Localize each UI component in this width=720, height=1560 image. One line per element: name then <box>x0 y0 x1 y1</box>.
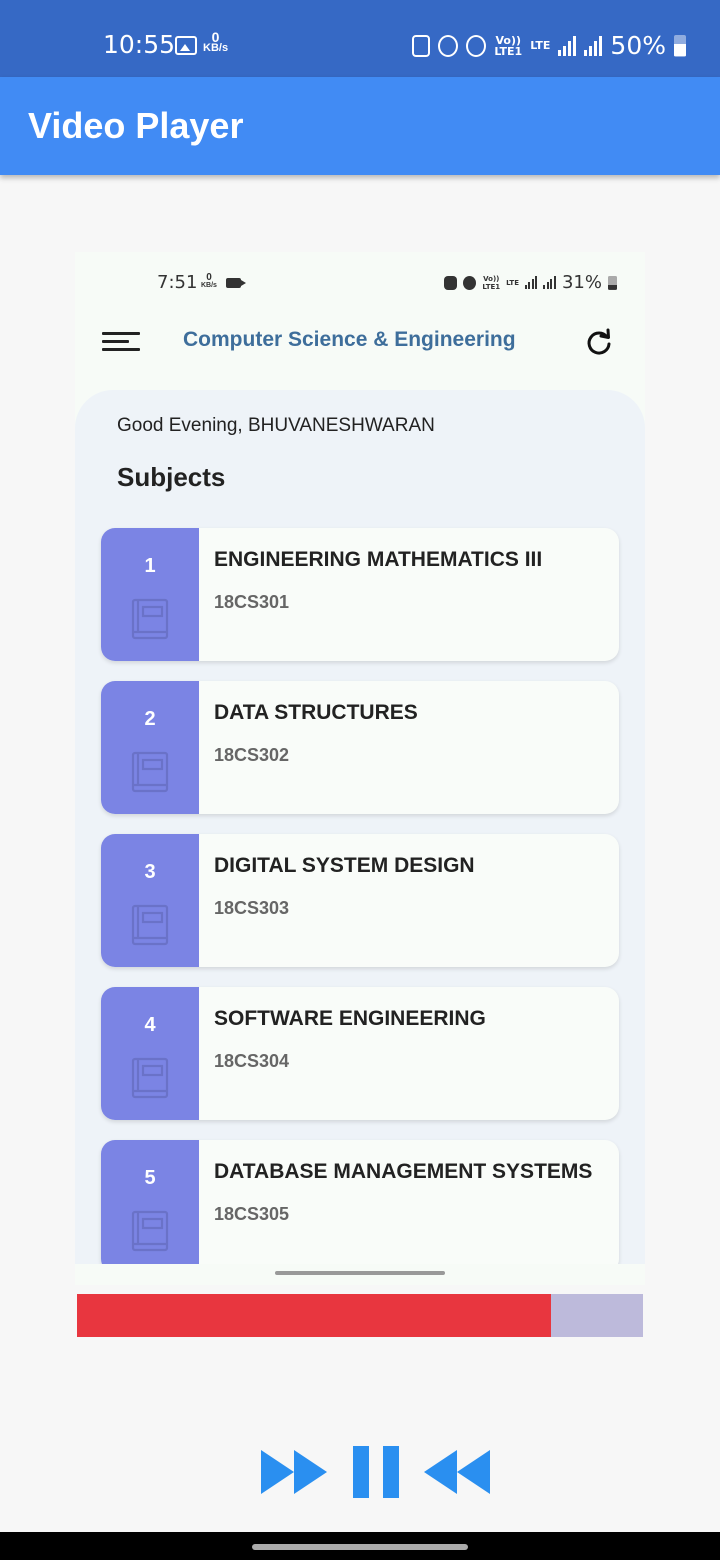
status-bar: 10:55 0 KB/s Vo)) LTE1 LTE 50% <box>0 0 720 77</box>
subject-number: 2 <box>144 708 156 730</box>
refresh-icon <box>587 328 611 355</box>
subject-name: DATABASE MANAGEMENT SYSTEMS <box>214 1160 593 1183</box>
battery-saver-icon <box>412 34 431 57</box>
subject-code: 18CS305 <box>214 1204 290 1224</box>
book-icon <box>131 751 169 793</box>
fast-forward-icon[interactable] <box>261 1446 327 1498</box>
subject-card: 4 SOFTWARE ENGINEERING 18CS304 <box>101 987 619 1120</box>
subject-name: DATA STRUCTURES <box>214 701 418 724</box>
subject-name: ENGINEERING MATHEMATICS III <box>214 548 543 571</box>
section-title: Subjects <box>117 462 226 492</box>
subject-card-side: 5 <box>101 1140 199 1273</box>
subject-card-side: 2 <box>101 681 199 814</box>
camera-icon <box>226 278 246 288</box>
video-frame[interactable]: 7:51 0 KB/s Vo)) LTE1 LTE 31% Computer Sci… <box>75 252 645 1285</box>
playback-progress-fill <box>77 1294 552 1337</box>
video-status-icons: Vo)) LTE1 LTE 31% <box>444 272 617 293</box>
signal-icon-2 <box>543 276 556 289</box>
lte-indicator: LTE <box>530 39 551 52</box>
subject-number: 4 <box>144 1014 156 1036</box>
volte-indicator: Vo)) LTE1 <box>494 33 523 58</box>
battery-saver-icon <box>444 275 458 290</box>
subject-code: 18CS303 <box>214 898 290 918</box>
subject-card: 5 DATABASE MANAGEMENT SYSTEMS 18CS305 <box>101 1140 619 1273</box>
department-title: Computer Science & Engineering <box>183 328 516 351</box>
subject-card-side: 3 <box>101 834 199 967</box>
app-bar: Video Player <box>0 77 720 175</box>
status-icons: Vo)) LTE1 LTE 50% <box>412 31 686 60</box>
alarm-icon <box>438 34 459 57</box>
battery-icon <box>674 34 686 57</box>
gesture-pill[interactable] <box>252 1544 468 1550</box>
subject-number: 3 <box>144 861 156 883</box>
greeting: Good Evening, BHUVANESHWARAN <box>117 415 435 436</box>
battery-icon <box>608 275 617 290</box>
subject-name: DIGITAL SYSTEM DESIGN <box>214 854 475 877</box>
video-app-header: Computer Science & Engineering <box>75 312 645 387</box>
data-rate: 0 KB/s <box>203 29 229 54</box>
subject-code: 18CS302 <box>214 745 290 765</box>
battery-percent: 50% <box>610 31 666 60</box>
subject-card: 1 ENGINEERING MATHEMATICS III 18CS301 <box>101 528 619 661</box>
subject-number: 1 <box>144 555 156 577</box>
book-icon <box>131 904 169 946</box>
lte-indicator: LTE <box>506 278 519 287</box>
alarm-icon <box>463 275 477 290</box>
signal-icon <box>524 276 538 289</box>
playback-controls <box>0 1446 720 1498</box>
battery-percent: 31% <box>561 272 602 293</box>
signal-icon-2 <box>584 35 603 56</box>
hotspot-icon <box>466 34 487 57</box>
subjects-panel: Good Evening, BHUVANESHWARAN Subjects 1 … <box>75 390 645 1285</box>
video-status-bar: 7:51 0 KB/s Vo)) LTE1 LTE 31% <box>75 252 645 312</box>
pause-icon[interactable] <box>353 1446 399 1498</box>
subject-number: 5 <box>144 1167 156 1189</box>
subject-card-side: 4 <box>101 987 199 1120</box>
book-icon <box>131 1057 169 1099</box>
video-gesture-pill <box>275 1271 445 1275</box>
subject-code: 18CS301 <box>214 592 290 612</box>
menu-icon <box>102 332 140 352</box>
book-icon <box>131 598 169 640</box>
subject-card-side: 1 <box>101 528 199 661</box>
subject-name: SOFTWARE ENGINEERING <box>214 1007 486 1030</box>
book-icon <box>131 1210 169 1252</box>
video-nav-bar <box>75 1264 645 1285</box>
video-data-rate: 0 KB/s <box>201 272 217 290</box>
system-nav-bar <box>0 1532 720 1560</box>
subject-code: 18CS304 <box>214 1051 290 1071</box>
status-time: 10:55 <box>103 30 176 59</box>
signal-icon <box>558 35 577 56</box>
rewind-icon[interactable] <box>424 1446 490 1498</box>
subject-card: 2 DATA STRUCTURES 18CS302 <box>101 681 619 814</box>
image-icon <box>175 36 197 55</box>
volte-indicator: Vo)) LTE1 <box>482 274 501 291</box>
playback-progress-bar[interactable] <box>77 1294 643 1337</box>
app-title: Video Player <box>28 105 244 146</box>
subject-card: 3 DIGITAL SYSTEM DESIGN 18CS303 <box>101 834 619 967</box>
video-status-time: 7:51 <box>157 272 198 293</box>
